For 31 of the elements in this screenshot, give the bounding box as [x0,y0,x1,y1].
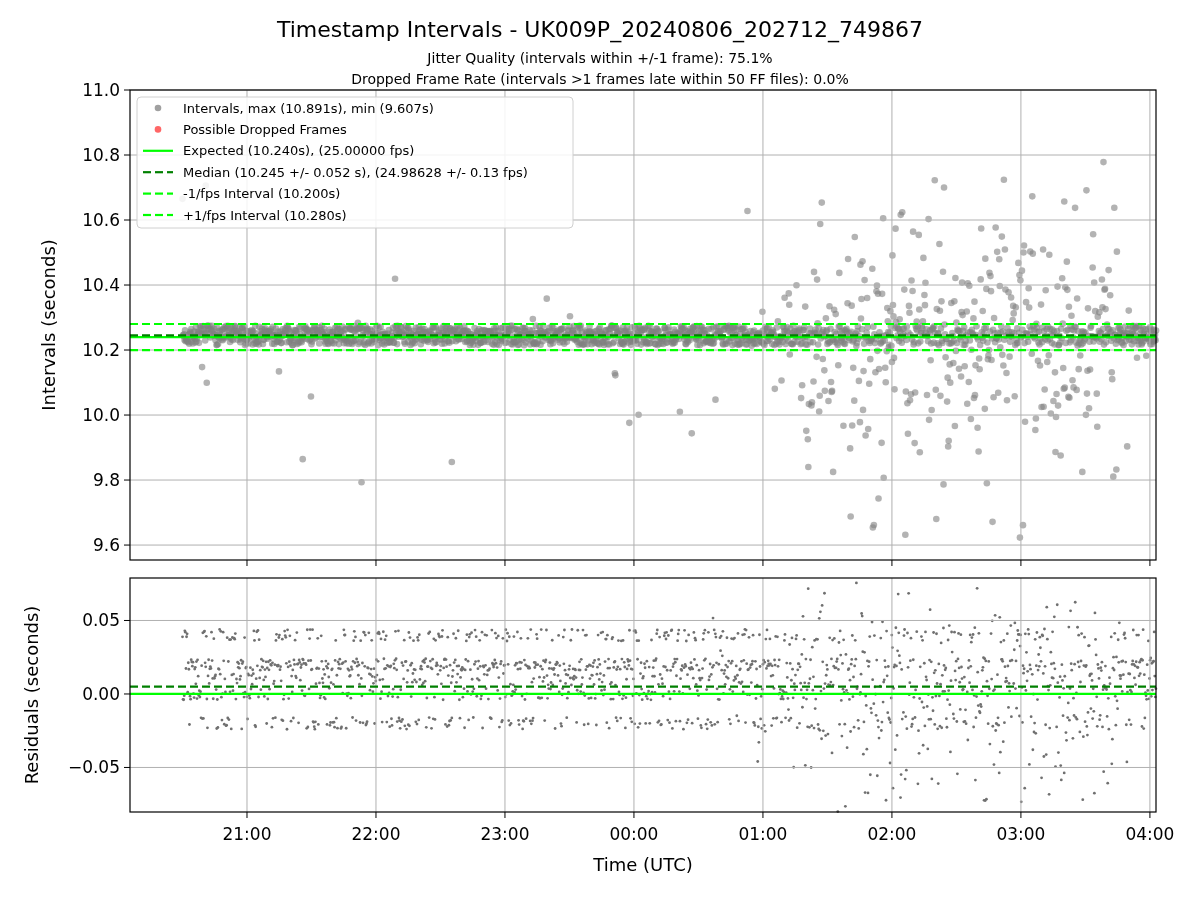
axis-label: Residuals (seconds) [21,605,42,785]
tick-label: 10.8 [82,145,120,165]
tick-label: 0.00 [82,683,120,704]
tick-label: 01:00 [738,824,788,844]
tick-label: 0.05 [82,610,120,631]
axis-label: Intervals (seconds) [38,239,59,411]
tick-label: 04:00 [1125,824,1175,844]
tick-label: 10.0 [82,405,120,426]
tick-label: 02:00 [867,824,917,844]
tick-label: 21:00 [222,824,272,844]
legend-label: Median (10.245 +/- 0.052 s), (24.98628 +/- 0.13 fps) [183,164,528,180]
legend-label: Intervals, max (10.891s), min (9.607s) [183,100,434,116]
tick-label: 10.2 [82,340,120,361]
tick-label: 22:00 [351,824,401,844]
chart-title: Timestamp Intervals - UK009P_20240806_202712_749867 [276,17,924,42]
chart-subtitle: Dropped Frame Rate (intervals >1 frames late within 50 FF files): 0.0% [351,71,849,87]
tick-label: 10.4 [82,275,120,295]
tick-label: 10.6 [82,210,120,230]
legend-label: Expected (10.240s), (25.00000 fps) [183,143,415,159]
legend-label: -1/fps Interval (10.200s) [183,186,341,202]
tick-label: 03:00 [996,824,1046,844]
tick-label: 00:00 [609,824,659,844]
legend-label: +1/fps Interval (10.280s) [183,207,347,223]
legend-label: Possible Dropped Frames [183,121,347,137]
tick-label: 9.8 [92,470,120,491]
tick-label: −0.05 [67,757,120,778]
tick-label: 11.0 [82,80,120,100]
axis-label: Time (UTC) [593,854,693,875]
chart-subtitle: Jitter Quality (intervals within +/-1 frame): 75.1% [427,50,773,66]
tick-label: 23:00 [480,824,530,844]
tick-label: 9.6 [92,535,120,556]
